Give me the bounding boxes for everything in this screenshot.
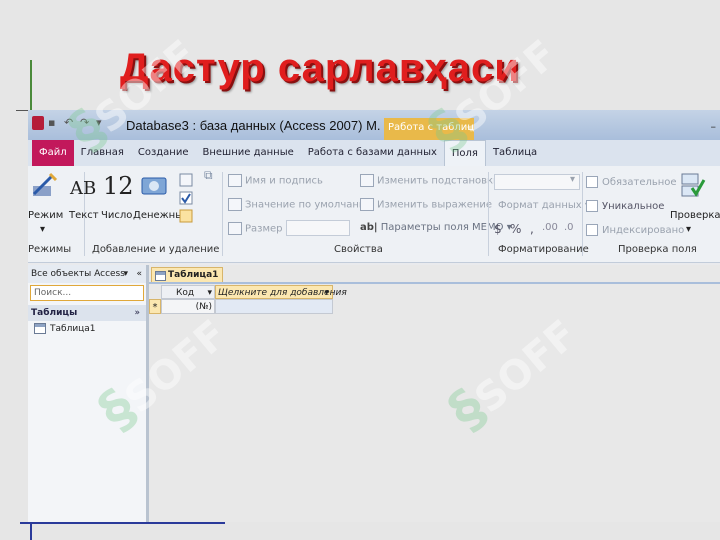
customize-toolbar-icon[interactable]: ▾: [96, 116, 108, 130]
group-divider: [488, 172, 489, 256]
tab-database-tools[interactable]: Работа с базами данных: [301, 140, 444, 166]
tab-strip: [149, 282, 720, 284]
number-field-button[interactable]: Число: [101, 210, 132, 221]
nav-item-table1[interactable]: Таблица1: [28, 321, 146, 337]
ribbon: Режим ▾ AB Текст 12 Число Денежный ⧉ Доб…: [28, 166, 720, 263]
default-value-icon: [228, 198, 242, 211]
window-title: Database3 : база данных (Access 2007) M.: [126, 118, 381, 133]
context-tab-header[interactable]: Работа с таблиц...: [384, 118, 474, 140]
chevron-down-icon[interactable]: ▾: [686, 224, 691, 235]
slide-title: Дастур сарлавҳаси: [120, 46, 520, 90]
group-label-views: Режимы: [28, 244, 72, 255]
view-icon[interactable]: [30, 172, 58, 200]
chevron-down-icon[interactable]: ▾: [123, 265, 128, 283]
indexed-checkbox[interactable]: Индексировано: [586, 224, 684, 236]
access-window: ▪ ↶ ↷ ▾ Database3 : база данных (Access …: [28, 110, 720, 522]
percent-format-button[interactable]: %: [510, 222, 521, 236]
tab-file[interactable]: Файл: [32, 140, 74, 166]
currency-format-button[interactable]: $: [494, 222, 502, 236]
more-fields-icon[interactable]: [178, 172, 194, 224]
new-record-selector[interactable]: *: [149, 299, 161, 314]
tab-fields[interactable]: Поля: [443, 140, 486, 166]
title-bar: ▪ ↶ ↷ ▾ Database3 : база данных (Access …: [28, 110, 720, 140]
chevron-down-icon[interactable]: ▾: [324, 286, 329, 300]
checkbox-icon: [586, 176, 598, 188]
ribbon-tabs: Файл Главная Создание Внешние данные Раб…: [28, 140, 720, 167]
name-caption-button[interactable]: Имя и подпись: [228, 174, 323, 187]
modify-lookups-button[interactable]: Изменить подстановки: [360, 174, 500, 187]
document-tab-label: Таблица1: [168, 270, 219, 280]
name-caption-icon: [228, 174, 242, 187]
quick-access-toolbar: ▪ ↶ ↷ ▾: [32, 116, 108, 130]
group-label-add-delete: Добавление и удаление: [92, 244, 220, 255]
currency-icon[interactable]: [140, 172, 168, 200]
group-divider: [582, 172, 583, 256]
checkbox-icon: [586, 224, 598, 236]
comma-format-button[interactable]: ,: [530, 222, 534, 236]
field-size-input[interactable]: [286, 220, 350, 236]
expression-icon: [360, 198, 374, 211]
validation-icon[interactable]: [678, 172, 706, 200]
validation-button[interactable]: Проверка: [670, 210, 720, 221]
view-button[interactable]: Режим: [28, 210, 63, 221]
chevron-down-icon[interactable]: ▾: [40, 224, 45, 235]
decrease-decimals-button[interactable]: .0: [564, 222, 574, 233]
nav-search-input[interactable]: Поиск... ⌕: [30, 285, 157, 301]
lookups-icon: [360, 174, 374, 187]
nav-section-tables[interactable]: Таблицы »: [28, 305, 146, 321]
chevron-down-icon[interactable]: ▾: [570, 174, 575, 185]
tab-external-data[interactable]: Внешние данные: [196, 140, 301, 166]
group-label-validation: Проверка поля: [618, 244, 697, 255]
save-icon[interactable]: ▪: [48, 116, 60, 130]
chevron-down-icon[interactable]: ▾: [207, 286, 212, 300]
redo-icon[interactable]: ↷: [80, 116, 92, 130]
new-record-add-cell[interactable]: [215, 299, 333, 314]
access-logo-icon: [32, 116, 44, 130]
unique-checkbox[interactable]: Уникальное: [586, 200, 664, 212]
nav-item-label: Таблица1: [50, 324, 96, 334]
table-icon: [34, 323, 46, 334]
tab-home[interactable]: Главная: [74, 140, 131, 166]
data-format-select[interactable]: Формат данных ▾: [498, 200, 590, 211]
memo-icon: ab|: [360, 222, 378, 233]
number-field-icon: 12: [103, 172, 134, 200]
checkbox-icon: [586, 200, 598, 212]
search-placeholder: Поиск...: [34, 288, 72, 298]
column-header-label: Код: [176, 288, 195, 298]
undo-icon[interactable]: ↶: [64, 116, 76, 130]
group-divider: [222, 172, 223, 256]
new-record-id-cell[interactable]: (№): [161, 299, 215, 314]
data-type-select[interactable]: [494, 174, 580, 190]
nav-pane-title: Все объекты Access: [31, 269, 125, 279]
tab-create[interactable]: Создание: [131, 140, 196, 166]
nav-section-label: Таблицы: [31, 308, 78, 318]
nav-pane-header[interactable]: Все объекты Access ▾ «: [28, 265, 146, 283]
increase-decimals-button[interactable]: .00: [542, 222, 558, 233]
collapse-section-icon[interactable]: »: [134, 305, 140, 321]
text-field-icon: AB: [70, 178, 97, 199]
navigation-pane: Все объекты Access ▾ « Поиск... ⌕ Таблиц…: [28, 265, 157, 522]
group-label-properties: Свойства: [334, 244, 383, 255]
group-label-formatting: Форматирование: [498, 244, 589, 255]
column-header-add[interactable]: Щелкните для добавления ▾: [215, 285, 347, 300]
modify-expression-button[interactable]: Изменить выражение: [360, 198, 492, 211]
collapse-pane-icon[interactable]: «: [136, 265, 142, 283]
decorative-line: [20, 522, 225, 524]
tab-table[interactable]: Таблица: [486, 140, 544, 166]
field-tool-icon[interactable]: ⧉: [204, 168, 213, 183]
table-icon: [155, 271, 166, 281]
text-field-button[interactable]: Текст: [69, 210, 99, 221]
field-size-icon: [228, 222, 242, 235]
required-checkbox[interactable]: Обязательное: [586, 176, 677, 188]
document-area: Таблица1 Код ▾ Щелкните для добавления ▾…: [149, 265, 720, 522]
column-header-id[interactable]: Код ▾: [161, 285, 215, 299]
minimize-icon[interactable]: –: [711, 120, 717, 133]
default-value-button[interactable]: Значение по умолчанию: [228, 198, 374, 211]
